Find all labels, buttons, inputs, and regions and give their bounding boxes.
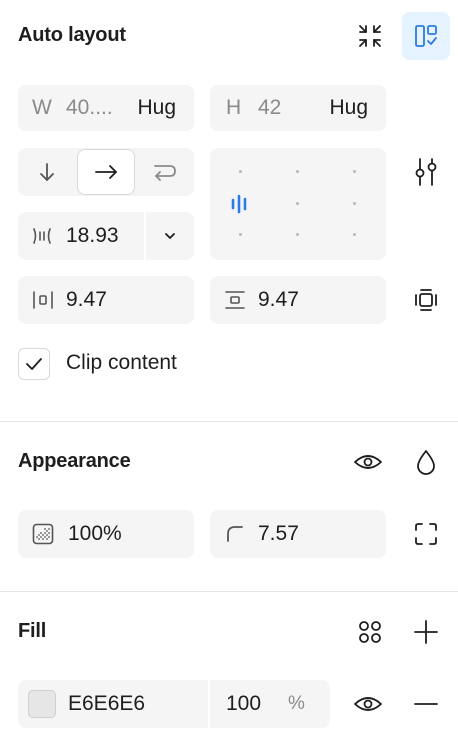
- gap-dropdown-button[interactable]: [146, 212, 194, 260]
- plus-icon: [414, 620, 438, 644]
- fill-divider: [208, 680, 210, 728]
- gap-value[interactable]: 18.93: [66, 224, 144, 248]
- collapse-icon: [359, 25, 381, 47]
- height-field[interactable]: H 42 Hug: [210, 85, 386, 131]
- width-label: W: [32, 96, 52, 119]
- gap-field[interactable]: 18.93: [18, 212, 194, 260]
- fill-field[interactable]: E6E6E6 100 %: [18, 680, 330, 728]
- direction-horizontal-button[interactable]: [77, 149, 135, 195]
- height-mode[interactable]: Hug: [329, 96, 386, 120]
- minus-icon: [414, 703, 438, 705]
- align-dot-bottom-left[interactable]: [239, 233, 242, 236]
- fill-title: Fill: [18, 620, 47, 642]
- fill-hex-value[interactable]: E6E6E6: [68, 692, 208, 716]
- arrow-right-icon: [95, 165, 117, 179]
- align-dot-middle-right[interactable]: [353, 202, 356, 205]
- fill-color-swatch[interactable]: [28, 690, 56, 718]
- align-left-center-icon: [231, 194, 247, 214]
- opacity-field[interactable]: 100%: [18, 510, 194, 558]
- styles-grid-icon: [359, 621, 381, 643]
- clip-content-checkbox[interactable]: [18, 348, 50, 380]
- align-dot-top-left[interactable]: [239, 170, 242, 173]
- add-fill-button[interactable]: [402, 608, 450, 656]
- checkmark-icon: [26, 358, 42, 370]
- drop-icon: [417, 450, 435, 475]
- direction-control: [18, 148, 194, 196]
- wrap-icon: [154, 165, 176, 181]
- arrow-down-icon: [40, 163, 54, 181]
- fill-percent-sign: %: [288, 693, 305, 714]
- eye-icon: [354, 455, 382, 469]
- direction-wrap-button[interactable]: [136, 148, 194, 196]
- layout-suggestions-icon: [415, 25, 437, 47]
- opacity-icon: [32, 523, 54, 545]
- styles-button[interactable]: [346, 608, 394, 656]
- opacity-value[interactable]: 100%: [68, 522, 122, 546]
- fill-opacity-value[interactable]: 100: [226, 692, 276, 716]
- height-value[interactable]: 42: [258, 96, 329, 120]
- individual-padding-icon: [415, 289, 437, 311]
- individual-padding-button[interactable]: [402, 276, 450, 324]
- advanced-layout-settings-button[interactable]: [402, 148, 450, 196]
- padding-vertical-value[interactable]: 9.47: [258, 288, 299, 312]
- padding-horizontal-icon: [33, 291, 53, 309]
- corner-radius-field[interactable]: 7.57: [210, 510, 386, 558]
- align-dot-bottom-right[interactable]: [353, 233, 356, 236]
- gap-icon: [33, 228, 51, 244]
- blend-mode-button[interactable]: [402, 438, 450, 486]
- padding-horizontal-field[interactable]: 9.47: [18, 276, 194, 324]
- align-dot-top-right[interactable]: [353, 170, 356, 173]
- align-dot-bottom-center[interactable]: [296, 233, 299, 236]
- section-divider: [0, 591, 458, 592]
- align-indicator[interactable]: [230, 194, 252, 214]
- chevron-down-icon: [165, 233, 175, 239]
- alignment-grid[interactable]: [210, 148, 386, 260]
- direction-vertical-button[interactable]: [18, 148, 76, 196]
- section-divider: [0, 421, 458, 422]
- individual-corners-button[interactable]: [402, 510, 450, 558]
- remove-fill-button[interactable]: [402, 680, 450, 728]
- align-dot-middle-center[interactable]: [296, 202, 299, 205]
- sliders-icon: [415, 158, 437, 186]
- width-field[interactable]: W 40.... Hug: [18, 85, 194, 131]
- appearance-title: Appearance: [18, 450, 131, 472]
- eye-icon: [354, 697, 382, 711]
- corner-radius-icon: [227, 526, 243, 542]
- clip-content-label[interactable]: Clip content: [66, 351, 177, 375]
- toggle-visibility-button[interactable]: [344, 438, 392, 486]
- width-mode[interactable]: Hug: [137, 96, 194, 120]
- padding-vertical-field[interactable]: 9.47: [210, 276, 386, 324]
- corner-radius-value[interactable]: 7.57: [258, 522, 299, 546]
- layout-suggestions-button[interactable]: [402, 12, 450, 60]
- collapse-button[interactable]: [346, 12, 394, 60]
- padding-horizontal-value[interactable]: 9.47: [66, 288, 107, 312]
- fill-visibility-button[interactable]: [344, 680, 392, 728]
- auto-layout-title: Auto layout: [18, 24, 126, 46]
- height-label: H: [226, 96, 242, 119]
- corners-icon: [415, 523, 437, 545]
- width-value[interactable]: 40....: [66, 96, 137, 120]
- padding-vertical-icon: [225, 291, 245, 309]
- align-dot-top-center[interactable]: [296, 170, 299, 173]
